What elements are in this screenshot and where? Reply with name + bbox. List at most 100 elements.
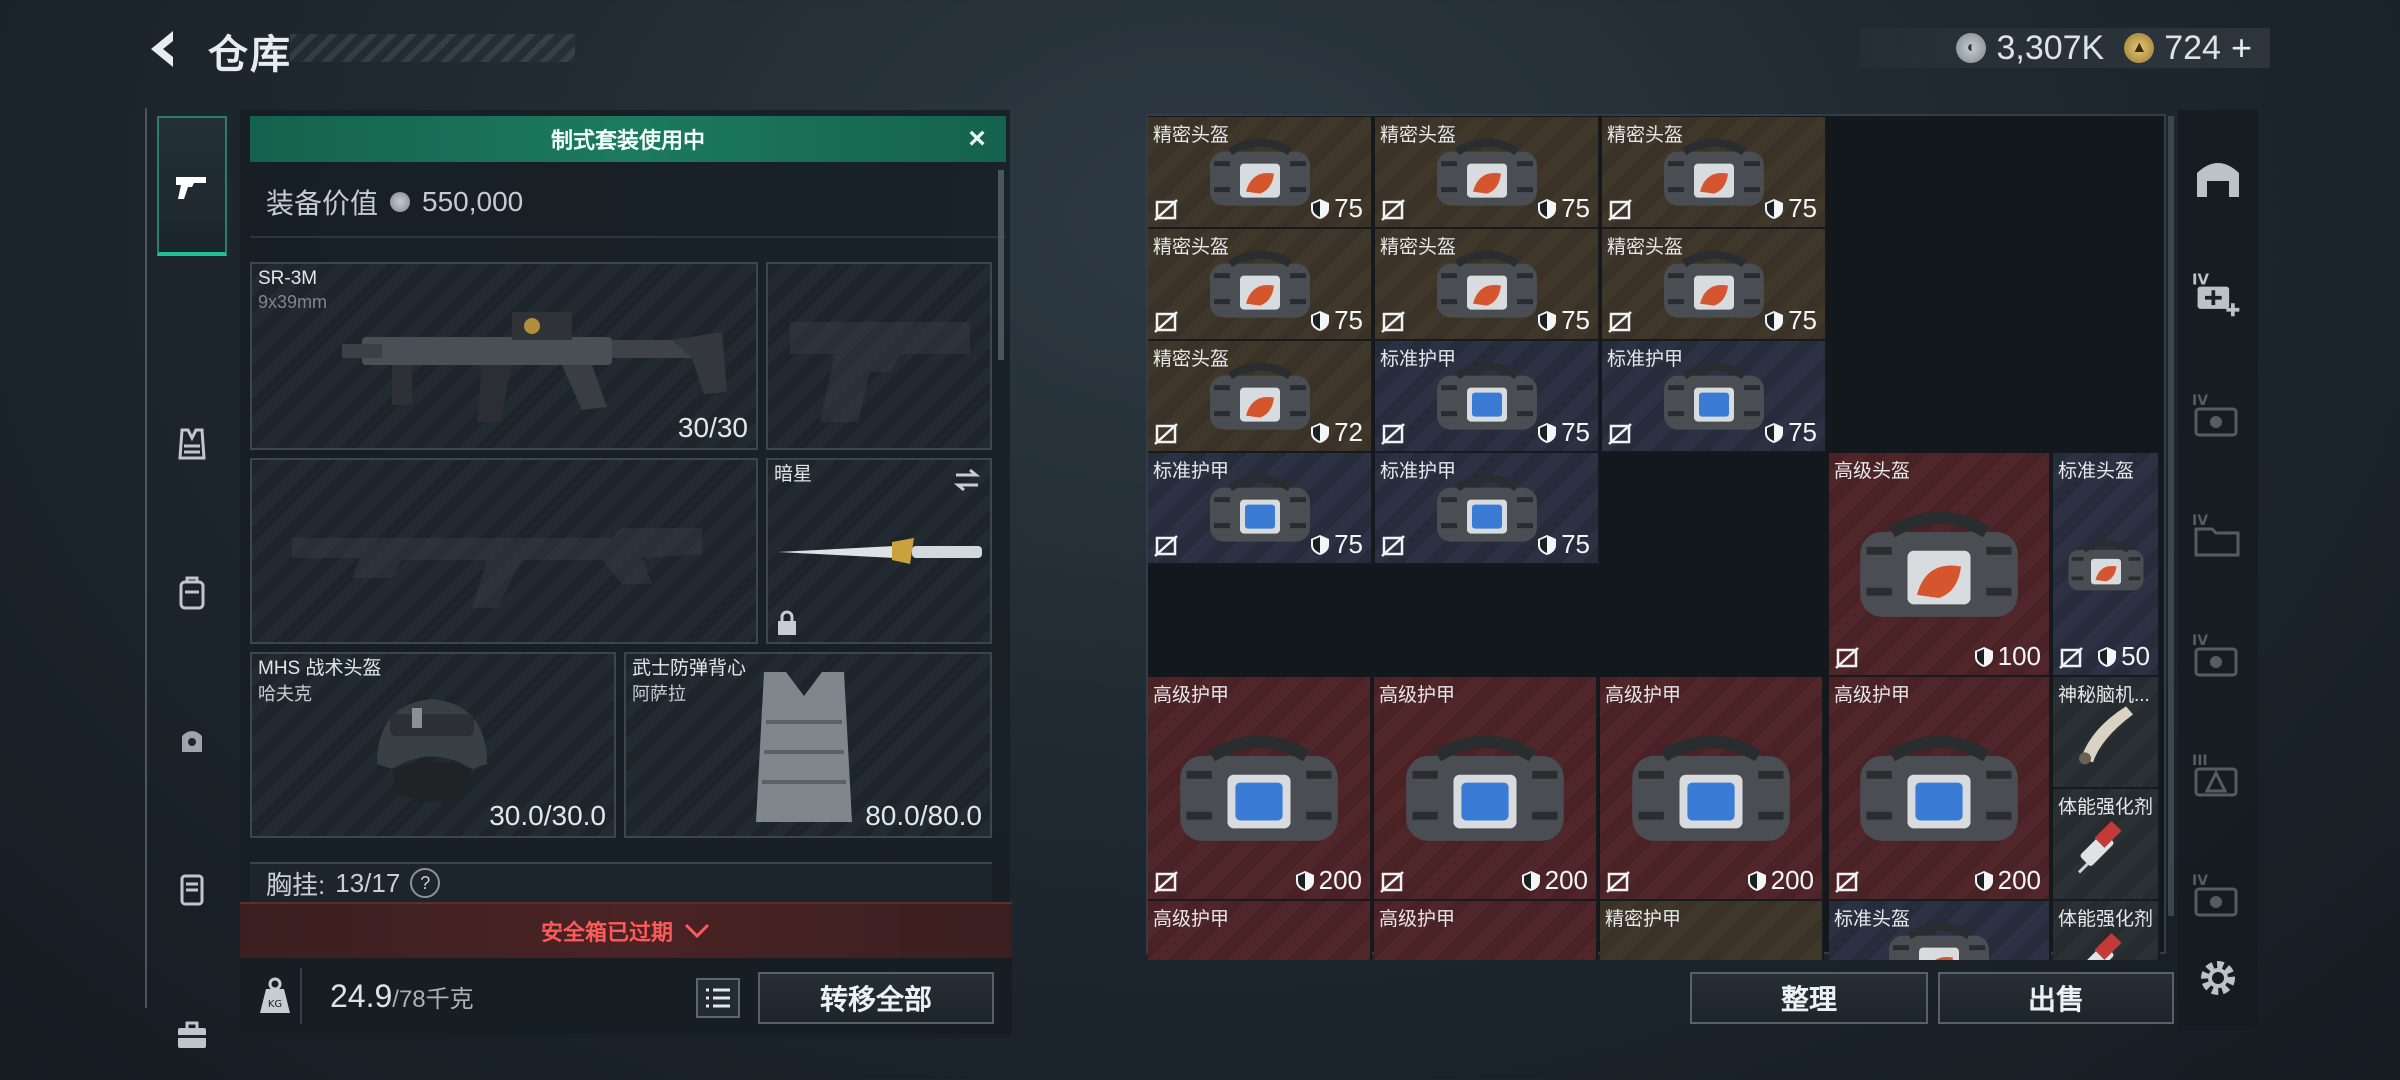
container-icon: IV <box>2192 633 2238 677</box>
add-gold-button[interactable]: + <box>2231 27 2252 69</box>
inventory-item[interactable]: 高级护甲 <box>1148 901 1372 960</box>
no-insure-icon <box>1608 423 1632 445</box>
back-button[interactable] <box>140 24 190 74</box>
durability-shield-icon <box>1538 422 1557 443</box>
inventory-item[interactable]: 精密头盔 75 <box>1602 117 1827 229</box>
silver-amount: 3,307K <box>1996 28 2105 67</box>
transfer-all-button[interactable]: 转移全部 <box>758 972 994 1024</box>
durability-shield-icon <box>1538 310 1557 331</box>
svg-text:IV: IV <box>2192 633 2208 649</box>
pistol-icon <box>176 177 206 199</box>
sell-button[interactable]: 出售 <box>1938 972 2174 1024</box>
rifle-placeholder-icon <box>292 528 702 608</box>
swap-icon[interactable] <box>952 468 982 492</box>
chest-rig-capacity: 13/17 <box>335 867 401 898</box>
helmet-durability: 30.0/30.0 <box>489 800 606 831</box>
tab-backpack[interactable] <box>157 522 227 662</box>
secondary-weapon-slot[interactable] <box>250 458 758 644</box>
item-name: 高级护甲 <box>1605 685 1682 706</box>
current-weight: 24.9 <box>330 978 393 1014</box>
melee-slot[interactable]: 暗星 <box>766 458 992 644</box>
inventory-item[interactable]: 精密头盔 72 <box>1148 341 1373 453</box>
inventory-item[interactable]: 精密护甲 <box>1600 901 1824 960</box>
sort-button[interactable]: 整理 <box>1690 972 1928 1024</box>
durability-value: 75 <box>1561 529 1590 559</box>
chest-rig-row[interactable]: 胸挂: 13/17 ? <box>250 862 992 902</box>
inventory-item[interactable]: 精密头盔 75 <box>1602 229 1827 341</box>
storage-tab-main[interactable] <box>2192 150 2244 202</box>
tab-vest[interactable] <box>157 374 227 514</box>
backpack-icon <box>179 576 205 610</box>
inventory-item[interactable]: 标准头盔 <box>1829 901 2051 960</box>
durability-shield-icon <box>1747 870 1766 891</box>
item-name: 标准护甲 <box>1153 461 1230 482</box>
durability-value: 75 <box>1788 305 1817 335</box>
inventory-item[interactable]: 标准护甲 75 <box>1375 453 1600 565</box>
inventory-item[interactable]: 高级护甲 200 <box>1374 677 1598 901</box>
safe-box-expired-banner[interactable]: 安全箱已过期 <box>240 902 1012 958</box>
item-durability: 75 <box>1537 417 1590 448</box>
settings-button[interactable] <box>2192 952 2244 1004</box>
tab-case[interactable] <box>157 818 227 958</box>
item-name: 精密头盔 <box>1153 349 1230 370</box>
item-durability: 75 <box>1764 417 1817 448</box>
armor-slot[interactable]: 武士防弹背心 阿萨拉 80.0/80.0 <box>624 652 992 838</box>
item-durability: 75 <box>1764 305 1817 336</box>
no-insure-icon <box>1381 535 1405 557</box>
syringe-icon <box>2077 820 2121 874</box>
inventory-item[interactable]: 精密头盔 75 <box>1148 229 1373 341</box>
inventory-item[interactable]: 精密头盔 75 <box>1148 117 1373 229</box>
silver-currency[interactable]: ◐ 3,307K <box>1956 29 2104 68</box>
gear-bag-icon <box>2068 540 2143 591</box>
folder-icon: IV <box>2192 513 2240 557</box>
inventory-item[interactable]: 高级护甲 200 <box>1600 677 1824 901</box>
primary-weapon-slot[interactable]: SR-3M 9x39mm 30/30 <box>250 262 758 450</box>
inventory-item[interactable]: 标准护甲 75 <box>1375 341 1600 453</box>
storage-tab-3[interactable]: IV <box>2192 630 2244 682</box>
storage-tab-4[interactable]: III <box>2192 750 2244 802</box>
chest-rig-label: 胸挂: <box>266 869 326 900</box>
durability-value: 75 <box>1561 305 1590 335</box>
triangle-crate-icon: III <box>2192 753 2238 797</box>
inventory-item[interactable]: 标准护甲 75 <box>1148 453 1373 565</box>
list-view-button[interactable] <box>696 978 740 1018</box>
storage-tab-5[interactable]: IV <box>2192 870 2244 922</box>
inventory-item[interactable]: 标准头盔 50 <box>2053 453 2160 677</box>
inventory-item[interactable]: 高级护甲 <box>1374 901 1598 960</box>
helmet-slot[interactable]: MHS 战术头盔 哈夫克 30.0/30.0 <box>250 652 616 838</box>
list-icon <box>706 988 730 1008</box>
gold-currency[interactable]: ▲ 724 + <box>2124 27 2252 69</box>
inventory-item[interactable]: 高级头盔 100 <box>1829 453 2051 677</box>
tab-toolbox[interactable] <box>157 964 227 1080</box>
rifle-icon <box>342 312 727 422</box>
inventory-item[interactable]: 精密头盔 75 <box>1375 117 1600 229</box>
sidearm-slot[interactable] <box>766 262 992 450</box>
tab-weapons[interactable] <box>157 116 227 256</box>
equipment-value: 装备价值 550,000 <box>266 182 523 222</box>
inventory-item[interactable]: 标准护甲 75 <box>1602 341 1827 453</box>
inventory-item[interactable]: 精密头盔 75 <box>1375 229 1600 341</box>
helmet-icon <box>377 699 487 802</box>
inventory-item[interactable]: 体能强化剂 <box>2053 789 2160 901</box>
tab-pouch[interactable] <box>157 670 227 810</box>
storage-tab-1[interactable]: IV <box>2192 390 2244 442</box>
equipment-scrollbar[interactable] <box>998 170 1004 360</box>
gold-amount: 724 <box>2164 28 2221 67</box>
storage-tab-2[interactable]: IV <box>2192 510 2244 562</box>
inventory-item[interactable]: 神秘脑机... <box>2053 677 2160 789</box>
inventory-item[interactable]: 高级护甲 200 <box>1829 677 2051 901</box>
inventory-scrollbar[interactable] <box>2168 116 2174 916</box>
item-durability: 75 <box>1537 529 1590 560</box>
durability-value: 75 <box>1561 417 1590 447</box>
help-icon[interactable]: ? <box>410 868 441 898</box>
no-insure-icon <box>2059 647 2083 669</box>
durability-shield-icon <box>1311 422 1330 443</box>
inventory-item[interactable]: 体能强化剂 <box>2053 901 2160 960</box>
item-name: 体能强化剂 <box>2058 797 2154 818</box>
inventory-item[interactable]: 高级护甲 200 <box>1148 677 1372 901</box>
durability-value: 75 <box>1334 193 1363 223</box>
gear-bag-icon <box>1860 511 2018 617</box>
no-insure-icon <box>1154 871 1178 893</box>
storage-tab-add[interactable]: IV <box>2192 268 2244 320</box>
close-icon[interactable]: × <box>962 124 992 154</box>
